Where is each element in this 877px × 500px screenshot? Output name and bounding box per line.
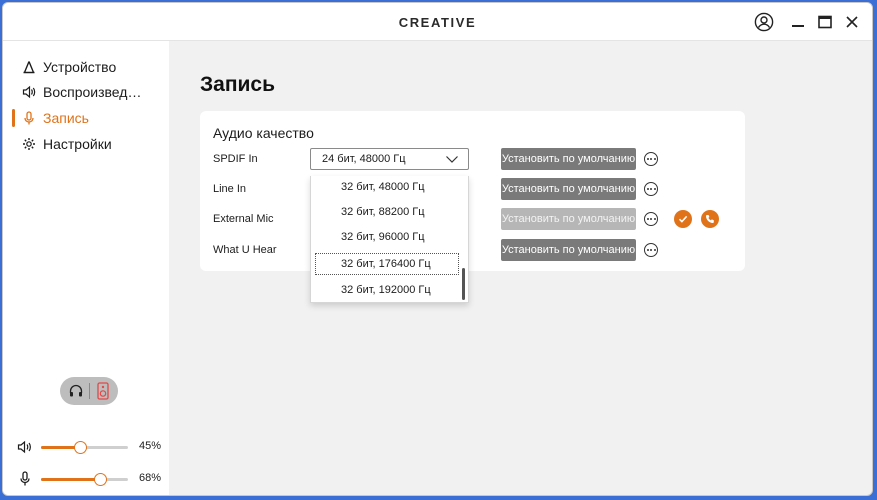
page-title: Запись — [200, 73, 276, 96]
row-label-spdif-in: SPDIF In — [213, 153, 258, 165]
dropdown-option[interactable]: 32 бит, 192000 Гц — [315, 279, 459, 301]
app-window: CREATIVE Устройство Воспроизвед… Запись … — [2, 2, 873, 496]
what-u-hear-set-default-button[interactable]: Установить по умолчанию — [501, 239, 636, 261]
toggle-divider — [89, 383, 90, 399]
close-button[interactable] — [841, 11, 863, 33]
row-label-external-mic: External Mic — [213, 213, 274, 225]
quality-dropdown-list: 32 бит, 48000 Гц 32 бит, 88200 Гц 32 бит… — [310, 176, 469, 303]
maximize-icon — [818, 15, 832, 29]
minimize-button[interactable] — [787, 11, 809, 33]
volume-slider[interactable] — [41, 441, 128, 454]
line-in-set-default-button[interactable]: Установить по умолчанию — [501, 178, 636, 200]
what-u-hear-more-button[interactable] — [644, 243, 658, 257]
card-title: Аудио качество — [213, 125, 314, 141]
speaker-icon — [21, 84, 37, 100]
mic-slider-thumb[interactable] — [94, 473, 107, 486]
volume-value: 45% — [139, 440, 162, 452]
external-mic-more-button[interactable] — [644, 212, 658, 226]
dropdown-option[interactable]: 32 бит, 48000 Гц — [315, 176, 459, 198]
sidebar-item-label: Устройство — [43, 59, 117, 75]
main-content: Запись Аудио качество SPDIF In 24 бит, 4… — [169, 41, 872, 495]
select-value: 24 бит, 48000 Гц — [322, 153, 406, 165]
checkmark-icon — [678, 215, 688, 223]
dropdown-scrollbar[interactable] — [462, 268, 465, 300]
maximize-button[interactable] — [814, 11, 836, 33]
sidebar-item-label: Запись — [43, 110, 89, 126]
dropdown-option-focused[interactable]: 32 бит, 176400 Гц — [315, 253, 459, 275]
volume-slider-thumb[interactable] — [74, 441, 87, 454]
external-mic-default-device-indicator[interactable] — [674, 210, 692, 228]
sidebar: Устройство Воспроизвед… Запись Настройки — [3, 41, 169, 495]
mic-slider-fill — [41, 478, 100, 481]
audio-quality-card: Аудио качество SPDIF In 24 бит, 48000 Гц… — [200, 111, 745, 271]
spdif-in-more-button[interactable] — [644, 152, 658, 166]
dropdown-option[interactable]: 32 бит, 88200 Гц — [315, 201, 459, 223]
headphones-icon[interactable] — [68, 383, 84, 399]
microphone-icon — [17, 471, 33, 487]
chevron-down-icon — [446, 156, 458, 163]
title-bar: CREATIVE — [3, 3, 872, 41]
mic-slider-row: 68% — [3, 469, 169, 489]
sidebar-item-settings[interactable]: Настройки — [3, 132, 169, 156]
volume-icon — [17, 439, 33, 455]
mic-value: 68% — [139, 472, 162, 484]
row-label-what-u-hear: What U Hear — [213, 244, 277, 256]
sidebar-item-device[interactable]: Устройство — [3, 55, 169, 79]
speaker-icon[interactable] — [96, 382, 110, 400]
sidebar-item-recording[interactable]: Запись — [3, 106, 169, 130]
spdif-in-quality-select[interactable]: 24 бит, 48000 Гц — [310, 148, 469, 170]
row-label-line-in: Line In — [213, 183, 247, 195]
dropdown-option[interactable]: 32 бит, 96000 Гц — [315, 226, 459, 248]
phone-icon — [706, 215, 714, 223]
volume-slider-row: 45% — [3, 437, 169, 457]
mic-slider[interactable] — [41, 473, 128, 486]
sidebar-item-label: Настройки — [43, 136, 112, 152]
account-icon — [754, 12, 774, 32]
output-toggle[interactable] — [60, 377, 118, 405]
sidebar-item-playback[interactable]: Воспроизвед… — [3, 80, 169, 104]
minimize-icon — [792, 25, 804, 27]
sidebar-item-label: Воспроизвед… — [43, 84, 142, 100]
account-button[interactable] — [753, 11, 775, 33]
spdif-in-set-default-button[interactable]: Установить по умолчанию — [501, 148, 636, 170]
brand-logo: CREATIVE — [398, 15, 477, 30]
gear-icon — [21, 136, 37, 152]
external-mic-default-communication-indicator[interactable] — [701, 210, 719, 228]
close-icon — [846, 16, 858, 28]
external-mic-set-default-button[interactable]: Установить по умолчанию — [501, 208, 636, 230]
microphone-icon — [21, 110, 37, 126]
device-icon — [21, 59, 37, 75]
line-in-more-button[interactable] — [644, 182, 658, 196]
